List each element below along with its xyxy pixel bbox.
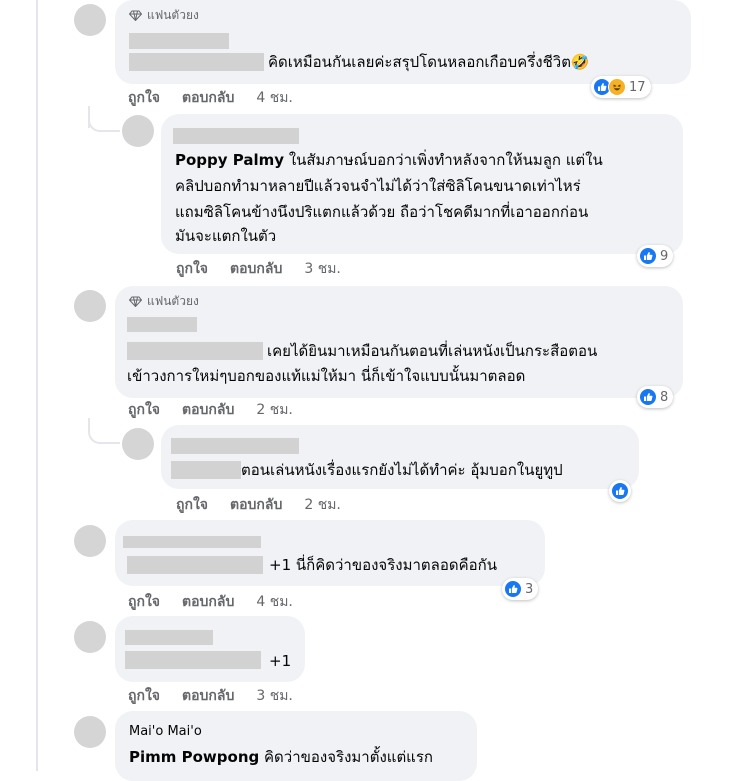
reply-button[interactable]: ตอบกลับ [182,685,234,707]
comment-text: ในสัมภาษณ์บอกว่าเพิ่งทำหลังจากให้นมลูก แ… [288,151,603,169]
comment-text: เข้าวงการใหม่ๆบอกของแท้แม่ให้มา นี่ก็เข้… [127,367,526,385]
comment-text: แถมซิลิโคนข้างนึงปริแตกแล้วด้วย ถือว่าโช… [175,203,589,221]
like-icon [639,388,657,406]
reaction-summary[interactable]: 9 [637,245,674,267]
author-name-redacted[interactable] [173,128,299,144]
reaction-summary[interactable] [609,480,631,502]
comment-bubble: +1 [115,616,305,682]
text-redacted [127,556,263,574]
comment-text: คิดว่าของจริงมาตั้งแต่แรก [264,748,433,766]
text-redacted [129,53,264,71]
like-button[interactable]: ถูกใจ [176,258,208,280]
mention-link[interactable]: Poppy Palmy [175,151,284,169]
avatar[interactable] [74,525,106,557]
author-name-redacted[interactable] [123,536,261,548]
reply-connector [88,106,120,132]
reaction-summary[interactable]: 17 [591,76,651,98]
comment-text: +1 นี่ก็คิดว่าของจริงมาตลอดคือกัน [269,556,497,574]
timestamp[interactable]: 4 ชม. [256,591,293,613]
text-redacted [125,651,261,669]
reply-button[interactable]: ตอบกลับ [182,399,234,421]
comment-actions: ถูกใจ ตอบกลับ 3 ชม. [176,258,341,280]
avatar[interactable] [74,621,106,653]
timestamp[interactable]: 3 ชม. [256,685,293,707]
mention-link[interactable]: Pimm Powpong [129,748,259,766]
comment-bubble: แฟนตัวยง เคยได้ยินมาเหมือนกันตอนที่เล่นห… [115,286,683,398]
thread-line [36,0,38,771]
reaction-summary[interactable]: 3 [502,578,539,600]
reply-button[interactable]: ตอบกลับ [230,494,282,516]
reaction-count: 8 [660,389,669,405]
comment-bubble: แฟนตัวยง คิดเหมือนกันเลยค่ะสรุปโดนหลอกเก… [115,0,691,84]
comment-actions: ถูกใจ ตอบกลับ 2 ชม. [128,399,293,421]
avatar[interactable] [122,428,154,460]
comment-text: คิดเหมือนกันเลยค่ะสรุปโดนหลอกเกือบครึ่งช… [268,53,590,71]
reply-button[interactable]: ตอบกลับ [182,591,234,613]
like-button[interactable]: ถูกใจ [176,494,208,516]
top-fan-badge: แฟนตัวยง [129,292,199,311]
author-name-redacted[interactable] [129,33,229,49]
author-name-redacted[interactable] [127,317,197,332]
text-redacted [127,342,263,360]
text-redacted [171,461,241,479]
reaction-summary[interactable]: 8 [637,386,674,408]
comment-text: คลิปบอกทำมาหลายปีแล้วจนจำไม่ได้ว่าใส่ซิล… [175,177,581,195]
avatar[interactable] [122,115,154,147]
comment-actions: ถูกใจ ตอบกลับ 2 ชม. [176,494,341,516]
reply-connector [88,418,120,444]
like-button[interactable]: ถูกใจ [128,399,160,421]
comment-actions: ถูกใจ ตอบกลับ 3 ชม. [128,685,293,707]
author-name-redacted[interactable] [125,630,213,645]
comment-bubble: ตอนเล่นหนังเรื่องแรกยังไม่ได้ทำค่ะ อุ้มบ… [161,425,639,489]
comment-actions: ถูกใจ ตอบกลับ 4 ชม. [128,87,293,109]
reaction-count: 3 [525,581,534,597]
like-button[interactable]: ถูกใจ [128,591,160,613]
reply-button[interactable]: ตอบกลับ [182,87,234,109]
comment-text: ตอนเล่นหนังเรื่องแรกยังไม่ได้ทำค่ะ อุ้มบ… [241,461,563,479]
haha-icon [608,78,626,96]
diamond-icon [129,10,142,21]
diamond-icon [129,296,142,307]
like-button[interactable]: ถูกใจ [128,685,160,707]
like-button[interactable]: ถูกใจ [128,87,160,109]
comment-text-line: Pimm Powpong คิดว่าของจริงมาตั้งแต่แรก [129,745,433,769]
top-fan-badge: แฟนตัวยง [129,6,199,25]
like-icon [639,247,657,265]
fan-badge-label: แฟนตัวยง [147,294,199,308]
timestamp[interactable]: 2 ชม. [256,399,293,421]
comment-text: มันจะแตกในตัว [175,227,277,245]
like-icon [504,580,522,598]
comment-actions: ถูกใจ ตอบกลับ 4 ชม. [128,591,293,613]
reaction-count: 17 [629,79,646,95]
timestamp[interactable]: 4 ชม. [256,87,293,109]
reply-button[interactable]: ตอบกลับ [230,258,282,280]
like-icon [611,482,629,500]
timestamp[interactable]: 2 ชม. [304,494,341,516]
avatar[interactable] [74,290,106,322]
reaction-count: 9 [660,248,669,264]
comment-bubble: Poppy Palmy ในสัมภาษณ์บอกว่าเพิ่งทำหลังจ… [161,114,683,254]
avatar[interactable] [74,716,106,748]
avatar[interactable] [74,4,106,36]
fan-badge-label: แฟนตัวยง [147,8,199,22]
comment-text: เคยได้ยินมาเหมือนกันตอนที่เล่นหนังเป็นกร… [267,342,598,360]
comment-bubble: +1 นี่ก็คิดว่าของจริงมาตลอดคือกัน [115,520,545,586]
comment-author[interactable]: Mai'o Mai'o [129,723,202,741]
comment-text-line: Poppy Palmy ในสัมภาษณ์บอกว่าเพิ่งทำหลังจ… [175,148,603,172]
timestamp[interactable]: 3 ชม. [304,258,341,280]
comment-text: +1 [269,652,292,670]
author-name-redacted[interactable] [171,438,299,454]
